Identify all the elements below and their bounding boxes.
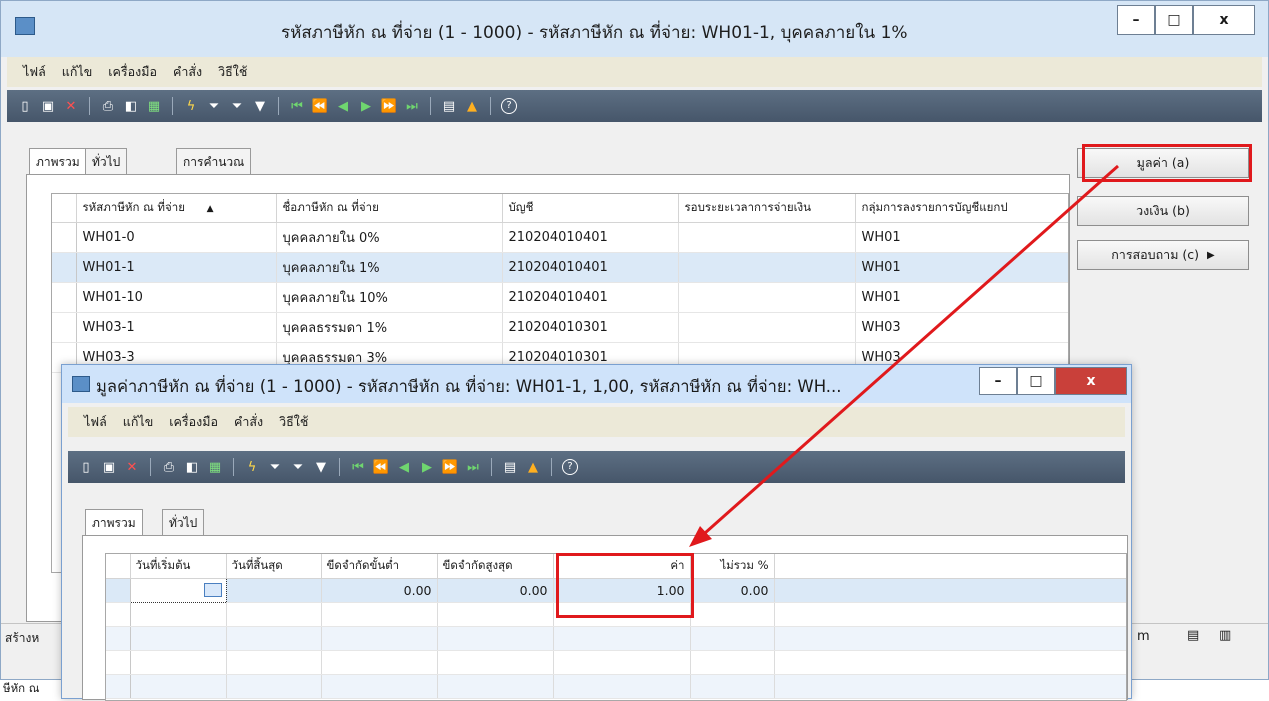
arrow-line (704, 164, 1119, 535)
annotation-arrow (689, 164, 1119, 547)
